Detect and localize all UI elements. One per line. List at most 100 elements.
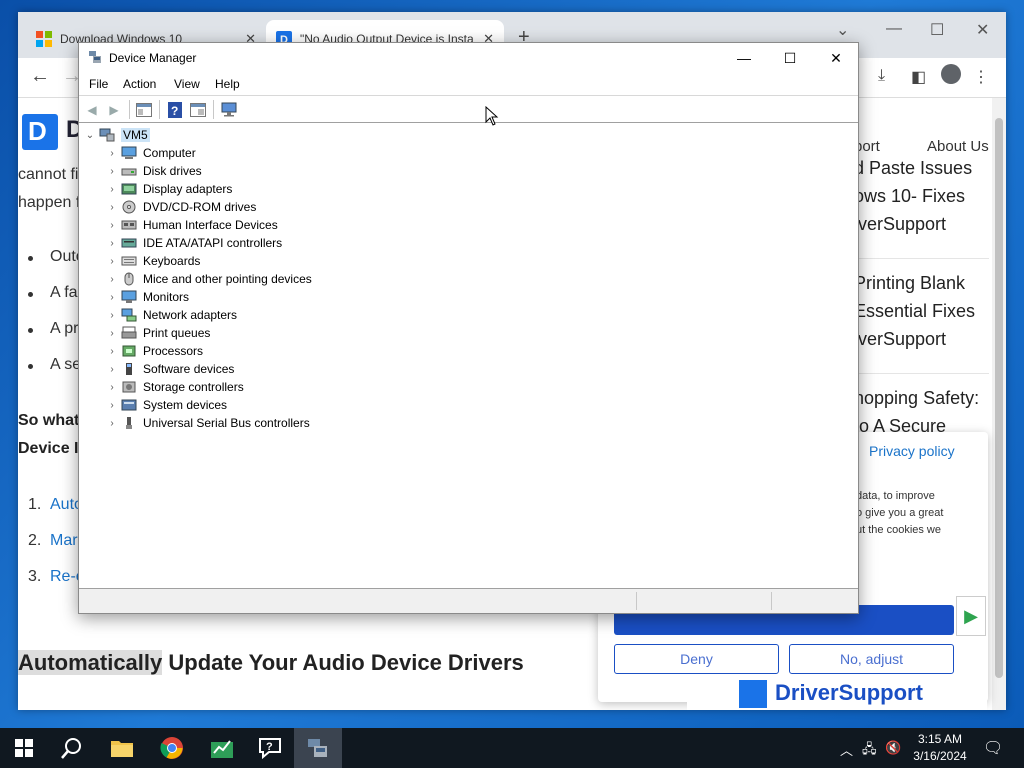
privacy-policy-link[interactable]: Privacy policy [869, 443, 955, 459]
more-menu-icon[interactable]: ⋮ [973, 67, 989, 87]
device-manager-taskbar-button[interactable] [294, 728, 342, 768]
expand-chevron-icon[interactable]: › [105, 274, 119, 285]
expand-chevron-icon[interactable]: › [105, 256, 119, 267]
category-label: IDE ATA/ATAPI controllers [143, 236, 283, 250]
nav-about-link[interactable]: About Us [927, 138, 989, 155]
cookie-text-line: ut the cookies we [856, 524, 941, 536]
search-button[interactable] [48, 728, 96, 768]
get-help-icon: ? [259, 738, 281, 759]
tree-category-item[interactable]: › DVD/CD-ROM drives [105, 198, 256, 216]
expand-chevron-icon[interactable]: › [105, 166, 119, 177]
category-label: Computer [143, 146, 196, 160]
method-link-2[interactable]: Mar [50, 532, 78, 550]
menu-action[interactable]: Action [123, 77, 156, 91]
title-bar[interactable]: Device Manager — ☐ ✕ [79, 43, 858, 73]
back-icon[interactable]: ◀ [83, 101, 101, 118]
expand-chevron-icon[interactable]: › [105, 292, 119, 303]
tree-category-item[interactable]: › Display adapters [105, 180, 232, 198]
chrome-button[interactable] [148, 728, 196, 768]
help-icon[interactable]: ? [166, 101, 184, 118]
headline-rest: Update Your Audio Device Drivers [162, 650, 524, 675]
menu-file[interactable]: File [89, 77, 108, 91]
expand-chevron-icon[interactable]: › [105, 202, 119, 213]
start-button[interactable] [0, 728, 48, 768]
related-article-link[interactable]: hopping Safety: [854, 388, 979, 409]
menu-view[interactable]: View [174, 77, 200, 91]
expand-chevron-icon[interactable]: › [105, 238, 119, 249]
expand-chevron-icon[interactable]: › [105, 364, 119, 375]
expand-chevron-icon[interactable]: › [105, 400, 119, 411]
deny-cookies-button[interactable]: Deny [614, 644, 779, 674]
download-icon[interactable]: ⤓ [878, 67, 885, 85]
browser-maximize-button[interactable]: ☐ [930, 20, 944, 40]
related-article-link[interactable]: iverSupport [854, 329, 946, 350]
back-arrow-icon[interactable]: ← [30, 65, 50, 88]
device-category-icon [121, 256, 137, 266]
related-article-link[interactable]: Essential Fixes [854, 301, 975, 322]
related-article-link[interactable]: d Paste Issues [854, 158, 972, 179]
maximize-button[interactable]: ☐ [767, 47, 813, 69]
tree-category-item[interactable]: › Processors [105, 342, 203, 360]
collapse-chevron-icon[interactable]: ⌄ [83, 130, 97, 141]
tree-category-item[interactable]: › System devices [105, 396, 227, 414]
expand-chevron-icon[interactable]: › [105, 148, 119, 159]
tree-category-item[interactable]: › Mice and other pointing devices [105, 270, 311, 288]
expand-chevron-icon[interactable]: › [105, 418, 119, 429]
tree-category-item[interactable]: › Print queues [105, 324, 210, 342]
show-hidden-icons-chevron-icon[interactable]: ︿ [840, 740, 853, 759]
close-button[interactable]: ✕ [813, 47, 859, 69]
tree-category-item[interactable]: › Keyboards [105, 252, 200, 270]
page-scrollbar[interactable] [992, 98, 1006, 710]
properties-icon[interactable] [189, 101, 207, 118]
tree-category-item[interactable]: › Disk drives [105, 162, 201, 180]
menu-help[interactable]: Help [215, 77, 240, 91]
device-category-icon [121, 220, 137, 230]
notifications-icon[interactable]: 🗨 [983, 738, 1003, 758]
footer-brand: DriverSupport [687, 674, 987, 710]
scan-hardware-changes-icon[interactable] [221, 101, 239, 118]
section-headline: Automatically Update Your Audio Device D… [18, 650, 524, 676]
network-icon[interactable]: 🖧 [862, 740, 877, 762]
related-article-link[interactable]: Printing Blank [854, 273, 965, 294]
expand-chevron-icon[interactable]: › [105, 328, 119, 339]
profile-avatar-icon[interactable] [941, 64, 961, 84]
browser-minimize-button[interactable]: — [886, 20, 902, 38]
tree-category-item[interactable]: › Human Interface Devices [105, 216, 278, 234]
forward-icon[interactable]: ▶ [105, 101, 123, 118]
play-icon[interactable]: ▶ [956, 596, 986, 636]
tab-search-chevron-icon[interactable]: ⌄ [836, 20, 849, 40]
tree-category-item[interactable]: › IDE ATA/ATAPI controllers [105, 234, 282, 252]
app-button[interactable] [198, 728, 246, 768]
expand-chevron-icon[interactable]: › [105, 310, 119, 321]
volume-muted-icon[interactable]: 🔇 [885, 740, 901, 756]
category-label: Human Interface Devices [143, 218, 278, 232]
tree-category-item[interactable]: › Universal Serial Bus controllers [105, 414, 309, 432]
tree-category-item[interactable]: › Network adapters [105, 306, 237, 324]
adjust-cookies-button[interactable]: No, adjust [789, 644, 954, 674]
category-label: Network adapters [143, 308, 238, 322]
expand-chevron-icon[interactable]: › [105, 220, 119, 231]
tree-category-item[interactable]: › Software devices [105, 360, 234, 378]
related-article-link[interactable]: ows 10- Fixes [854, 186, 965, 207]
clock[interactable]: 3:15 AM 3/16/2024 [905, 731, 975, 765]
category-label: Display adapters [143, 182, 233, 196]
expand-chevron-icon[interactable]: › [105, 346, 119, 357]
side-panel-icon[interactable]: ◧ [911, 67, 926, 87]
tree-category-item[interactable]: › Monitors [105, 288, 189, 306]
tree-root[interactable]: ⌄ VM5 [83, 126, 150, 144]
related-article-link[interactable]: iverSupport [854, 214, 946, 235]
divider [854, 258, 989, 259]
device-tree[interactable]: ⌄ VM5 › Computer › Disk drives › Display adap… [79, 124, 858, 589]
minimize-button[interactable]: — [721, 47, 767, 69]
scrollbar-thumb[interactable] [995, 118, 1003, 678]
browser-close-button[interactable]: ✕ [976, 20, 989, 40]
tree-category-item[interactable]: › Computer [105, 144, 196, 162]
tree-category-item[interactable]: › Storage controllers [105, 378, 243, 396]
cookie-text-line: data, to improve [856, 490, 935, 502]
expand-chevron-icon[interactable]: › [105, 184, 119, 195]
show-hide-console-tree-icon[interactable] [135, 101, 153, 118]
expand-chevron-icon[interactable]: › [105, 382, 119, 393]
help-app-button[interactable]: ? [246, 728, 294, 768]
chart-app-icon [211, 740, 233, 758]
file-explorer-button[interactable] [98, 728, 146, 768]
